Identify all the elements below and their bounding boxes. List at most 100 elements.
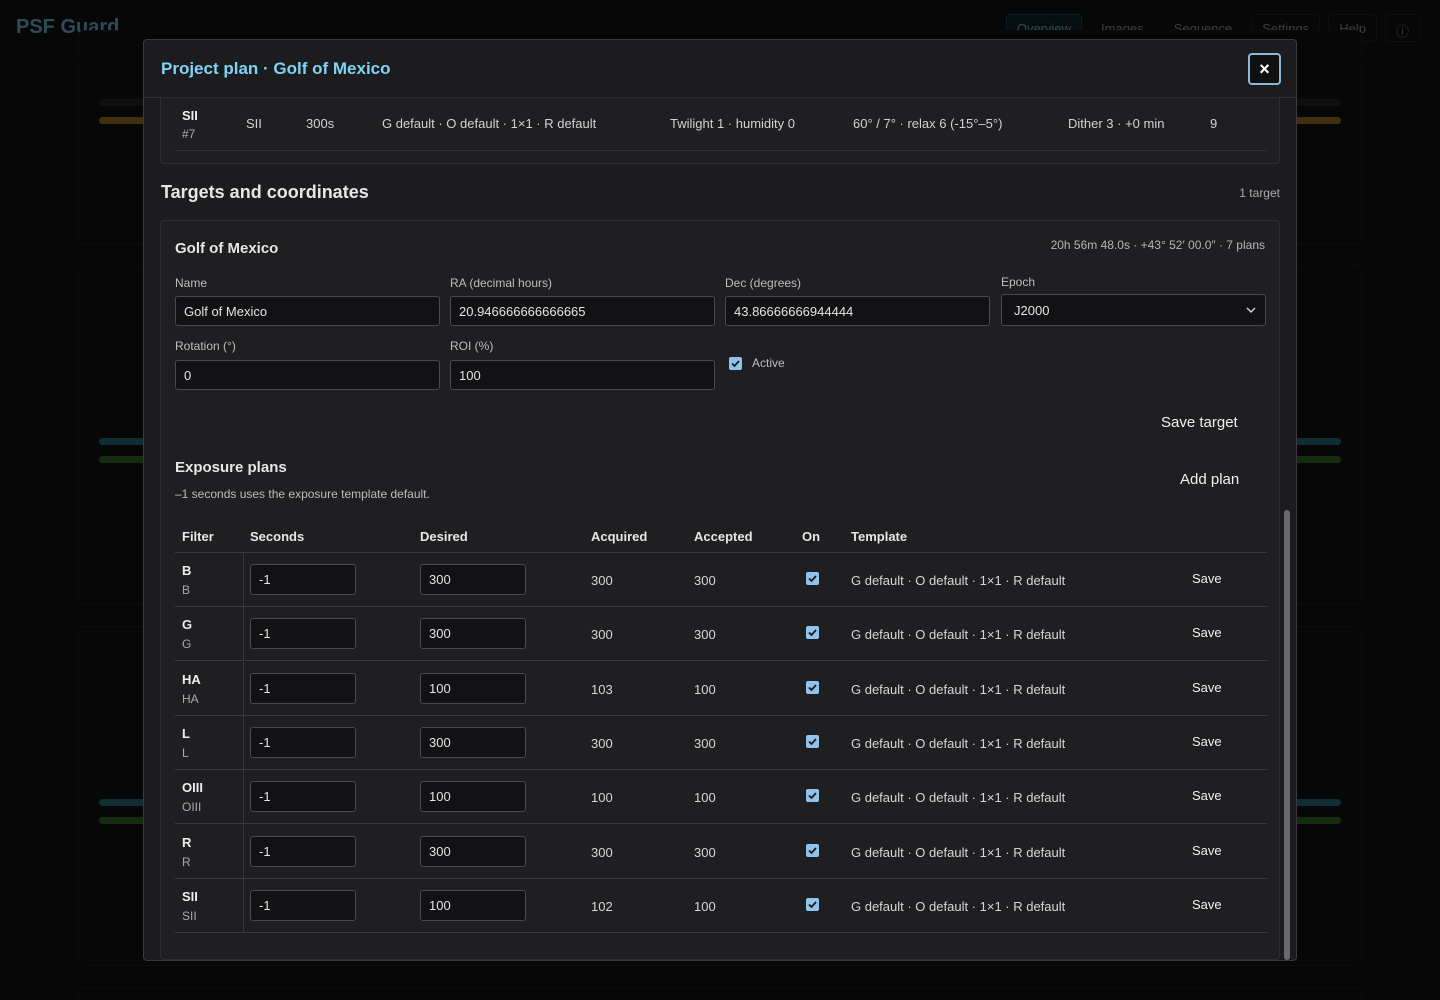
- prev-filter: SII: [246, 116, 262, 131]
- ra-label: RA (decimal hours): [450, 276, 553, 290]
- desired-input[interactable]: [420, 781, 526, 813]
- prev-count: 9: [1210, 116, 1218, 131]
- column-divider: [243, 715, 244, 770]
- close-button[interactable]: ×: [1248, 53, 1281, 85]
- column-divider: [243, 661, 244, 716]
- check-icon: [808, 683, 817, 691]
- filter-sub: HA: [182, 691, 199, 706]
- template-value: G default · O default · 1×1 · R default: [851, 898, 1066, 914]
- on-checkbox[interactable]: [806, 734, 819, 748]
- accepted-value: 300: [694, 627, 716, 643]
- filter-sub: OIII: [182, 800, 202, 815]
- desired-input[interactable]: [420, 835, 526, 867]
- check-icon: [808, 738, 817, 746]
- prev-filter-index: #7: [182, 127, 196, 141]
- seconds-input[interactable]: [250, 726, 356, 758]
- exposure-plans-hint: –1 seconds uses the exposure template de…: [175, 487, 430, 501]
- header-template: Template: [851, 529, 908, 544]
- ra-input[interactable]: [450, 296, 715, 326]
- desired-input[interactable]: [420, 672, 526, 704]
- seconds-input[interactable]: [250, 672, 356, 704]
- filter-sub: R: [182, 854, 191, 869]
- accepted-value: 300: [694, 735, 716, 751]
- table-row: LL 300 300 G default · O default · 1×1 · R …: [175, 715, 1267, 770]
- modal-scrollbar[interactable]: [1284, 510, 1290, 960]
- check-icon: [808, 792, 817, 800]
- seconds-input[interactable]: [250, 889, 356, 921]
- prev-dither: Dither 3 · +0 min: [1068, 116, 1165, 131]
- on-checkbox[interactable]: [806, 680, 819, 694]
- header-desired: Desired: [420, 529, 468, 544]
- previous-plan-row: SII #7 SII 300s G default · O default · …: [175, 99, 1267, 151]
- filter-name: HA: [182, 671, 201, 687]
- desired-input[interactable]: [420, 726, 526, 758]
- accepted-value: 100: [694, 790, 716, 806]
- dec-input[interactable]: [725, 296, 990, 326]
- desired-input[interactable]: [420, 889, 526, 921]
- epoch-label: Epoch: [1001, 275, 1036, 289]
- save-plan-button[interactable]: Save: [1192, 897, 1222, 912]
- on-checkbox[interactable]: [806, 897, 819, 911]
- column-divider: [243, 770, 244, 825]
- active-label: Active: [752, 356, 785, 370]
- column-divider: [243, 878, 244, 933]
- filter-sub: L: [182, 745, 189, 760]
- modal-body[interactable]: SII #7 SII 300s G default · O default · …: [144, 98, 1296, 960]
- name-label: Name: [175, 276, 208, 290]
- seconds-input[interactable]: [250, 835, 356, 867]
- template-value: G default · O default · 1×1 · R default: [851, 790, 1066, 806]
- targets-count: 1 target: [1239, 186, 1280, 200]
- table-row: SII SII 102 100 G default · O default · 1×1 …: [175, 878, 1267, 933]
- save-target-button[interactable]: Save target: [1161, 414, 1238, 431]
- acquired-value: 300: [591, 735, 613, 751]
- dec-label: Dec (degrees): [725, 276, 802, 290]
- save-plan-button[interactable]: Save: [1192, 734, 1222, 749]
- desired-input[interactable]: [420, 564, 526, 595]
- name-input[interactable]: [175, 296, 440, 326]
- seconds-input[interactable]: [250, 564, 356, 595]
- rotation-input[interactable]: [175, 360, 440, 390]
- acquired-value: 100: [591, 790, 613, 806]
- modal-title: Project plan · Golf of Mexico: [161, 59, 391, 78]
- on-checkbox[interactable]: [806, 572, 819, 585]
- targets-section-title: Targets and coordinates: [161, 182, 369, 202]
- accepted-value: 300: [694, 573, 716, 588]
- roi-input[interactable]: [450, 360, 715, 390]
- desired-input[interactable]: [420, 618, 526, 650]
- table-row: BB 300 300 G default · O default · 1×1 · R …: [175, 553, 1267, 607]
- check-icon: [808, 629, 817, 637]
- filter-sub: SII: [182, 908, 197, 923]
- on-checkbox[interactable]: [806, 789, 819, 803]
- chevron-down-icon: [1246, 307, 1256, 314]
- save-plan-button[interactable]: Save: [1192, 625, 1222, 640]
- active-checkbox[interactable]: [729, 357, 742, 370]
- template-value: G default · O default · 1×1 · R default: [851, 681, 1066, 697]
- prev-twilight: Twilight 1 · humidity 0: [670, 116, 795, 131]
- seconds-input[interactable]: [250, 618, 356, 650]
- template-value: G default · O default · 1×1 · R default: [851, 735, 1066, 751]
- header-acquired: Acquired: [591, 529, 648, 544]
- save-plan-button[interactable]: Save: [1192, 571, 1222, 586]
- seconds-input[interactable]: [250, 781, 356, 813]
- table-row: GG 300 300 G default · O default · 1×1 · R …: [175, 607, 1267, 662]
- filter-sub: B: [182, 583, 191, 597]
- add-plan-button[interactable]: Add plan: [1180, 471, 1239, 488]
- save-plan-button[interactable]: Save: [1192, 843, 1222, 858]
- acquired-value: 300: [591, 844, 613, 860]
- save-plan-button[interactable]: Save: [1192, 680, 1222, 695]
- filter-sub: G: [182, 637, 192, 652]
- project-plan-modal: Project plan · Golf of Mexico × SII #7 S…: [143, 39, 1297, 961]
- header-accepted: Accepted: [694, 529, 753, 544]
- on-checkbox[interactable]: [806, 843, 819, 857]
- accepted-value: 100: [694, 681, 716, 697]
- on-checkbox[interactable]: [806, 626, 819, 640]
- save-plan-button[interactable]: Save: [1192, 788, 1222, 803]
- previous-plan-card: SII #7 SII 300s G default · O default · …: [160, 98, 1280, 164]
- template-value: G default · O default · 1×1 · R default: [851, 573, 1066, 588]
- target-card: Golf of Mexico 20h 56m 48.0s · +43° 52′ …: [160, 220, 1280, 960]
- target-name: Golf of Mexico: [175, 240, 279, 257]
- epoch-select[interactable]: J2000: [1001, 294, 1266, 326]
- close-icon: ×: [1259, 59, 1270, 79]
- acquired-value: 103: [591, 681, 613, 697]
- rotation-label: Rotation (°): [175, 339, 236, 353]
